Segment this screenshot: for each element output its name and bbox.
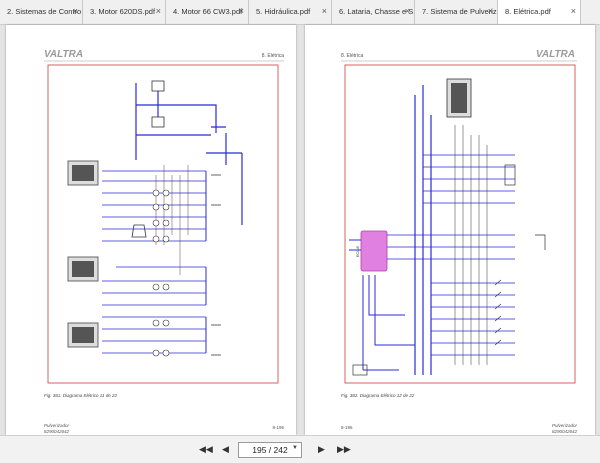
ecu-b-label: ECU-B xyxy=(356,245,360,257)
close-icon[interactable]: × xyxy=(322,6,327,16)
tab-label: 6. Lataria, Chasse e S... xyxy=(339,7,415,16)
close-icon[interactable]: × xyxy=(571,6,576,16)
footer-code: 8290042642 xyxy=(552,429,578,434)
page-navigation-bar: ◀◀ ◀ 195 / 242 ▼ ▶ ▶▶ xyxy=(0,435,600,463)
prev-page-button[interactable]: ◀ xyxy=(222,444,229,455)
wiring-diagram: ECU-B xyxy=(349,78,546,376)
valtra-logo: VALTRA xyxy=(536,49,575,60)
connector-icon xyxy=(504,164,516,186)
tab-3-motor-620ds[interactable]: 3. Motor 620DS.pdf × xyxy=(83,0,166,24)
tab-label: 2. Sistemas de Contro... xyxy=(7,7,83,16)
figure-caption: Fig. 382. Diagrama Elétrico 12 de 22 xyxy=(341,393,415,398)
relay-icon xyxy=(151,80,165,92)
next-page-button[interactable]: ▶ xyxy=(318,444,325,455)
ecu-module-icon xyxy=(67,256,99,282)
tab-bar: 2. Sistemas de Contro... × 3. Motor 620DS… xyxy=(0,0,600,25)
pdf-viewer[interactable]: VALTRA 8. Elétrica Fig. 381. Diagrama El… xyxy=(0,25,600,435)
valtra-logo: VALTRA xyxy=(44,49,83,60)
pdf-page-195: VALTRA 8. Elétrica Fig. 381. Diagrama El… xyxy=(6,25,296,435)
tab-label: 7. Sistema de Pulveriz... xyxy=(422,7,498,16)
close-icon[interactable]: × xyxy=(239,6,244,16)
page-number-value: 195 / 242 xyxy=(252,445,288,455)
ecu-module-icon xyxy=(67,322,99,348)
tab-2-sistemas[interactable]: 2. Sistemas de Contro... × xyxy=(0,0,83,24)
ecu-module-icon xyxy=(67,160,99,186)
prev-page-icon: ◀ xyxy=(222,444,229,454)
tab-label: 4. Motor 66 CW3.pdf xyxy=(173,7,243,16)
next-page-icon: ▶ xyxy=(318,444,325,454)
relay-icon xyxy=(151,116,165,128)
figure-caption: Fig. 381. Diagrama Elétrico 11 de 22 xyxy=(44,393,117,398)
section-title: 8. Elétrica xyxy=(341,53,363,59)
close-icon[interactable]: × xyxy=(73,6,78,16)
pdf-page-196: 8. Elétrica VALTRA ECU-B Fig. 382. Diagr… xyxy=(305,25,595,435)
last-page-icon: ▶▶ xyxy=(337,444,351,454)
page-number: 8-196 xyxy=(341,425,353,430)
ecu-module-icon xyxy=(446,78,472,118)
close-icon[interactable]: × xyxy=(405,6,410,16)
chevron-down-icon[interactable]: ▼ xyxy=(292,445,298,451)
tab-8-eletrica[interactable]: 8. Elétrica.pdf × xyxy=(498,0,581,24)
footer-title: Pulverizador xyxy=(552,423,578,428)
last-page-button[interactable]: ▶▶ xyxy=(337,444,351,455)
tab-5-hidraulica[interactable]: 5. Hidráulica.pdf × xyxy=(249,0,332,24)
tab-7-pulverizacao[interactable]: 7. Sistema de Pulveriz... × xyxy=(415,0,498,24)
tab-label: 3. Motor 620DS.pdf xyxy=(90,7,156,16)
section-title: 8. Elétrica xyxy=(262,53,284,59)
tab-label: 8. Elétrica.pdf xyxy=(505,7,551,16)
close-icon[interactable]: × xyxy=(488,6,493,16)
wiring-diagram xyxy=(67,80,243,357)
tab-label: 5. Hidráulica.pdf xyxy=(256,7,311,16)
first-page-icon: ◀◀ xyxy=(199,444,213,454)
page-number: 8-195 xyxy=(272,425,284,430)
tab-6-lataria[interactable]: 6. Lataria, Chasse e S... × xyxy=(332,0,415,24)
horn-icon xyxy=(131,224,147,238)
tab-4-motor-66[interactable]: 4. Motor 66 CW3.pdf × xyxy=(166,0,249,24)
page-canvas: VALTRA 8. Elétrica Fig. 381. Diagrama El… xyxy=(44,49,284,434)
footer-title: Pulverizador xyxy=(44,423,70,428)
ecu-b-module: ECU-B xyxy=(356,230,388,272)
first-page-button[interactable]: ◀◀ xyxy=(199,444,213,455)
footer-code: 8290042642 xyxy=(44,429,70,434)
close-icon[interactable]: × xyxy=(156,6,161,16)
page-canvas: 8. Elétrica VALTRA ECU-B Fig. 382. Diagr… xyxy=(341,49,578,434)
